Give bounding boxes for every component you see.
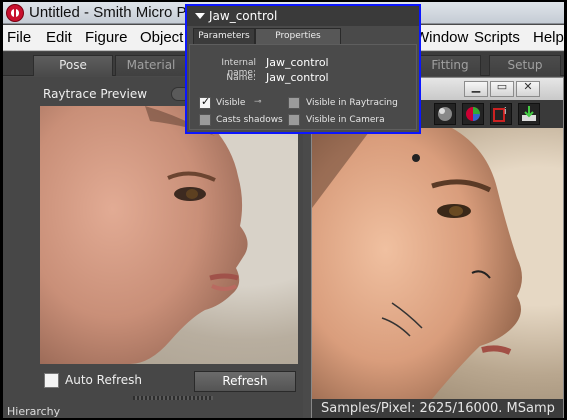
casts-shadows-label: Casts shadows xyxy=(216,115,283,125)
poser-window: Untitled - Smith Micro P File Edit Figur… xyxy=(3,2,564,418)
collapse-triangle-icon[interactable] xyxy=(195,13,205,19)
render-tool-button[interactable] xyxy=(434,103,456,125)
face-render-right xyxy=(312,128,522,399)
face-render-left xyxy=(40,106,248,364)
tab-setup[interactable]: Setup xyxy=(489,55,561,76)
svg-text:i: i xyxy=(504,107,507,117)
auto-refresh-label: Auto Refresh xyxy=(65,373,142,387)
properties-body: Internal name: Jaw_control Name: Jaw_con… xyxy=(189,44,417,130)
menu-help[interactable]: Help xyxy=(533,29,564,46)
menu-scripts[interactable]: Scripts xyxy=(474,29,520,46)
close-icon: ✕ xyxy=(523,80,533,93)
maximize-icon: ▭ xyxy=(496,80,508,93)
minimize-button[interactable]: ▁ xyxy=(464,80,488,97)
menu-window[interactable]: Window xyxy=(415,29,468,46)
panel-splitter-handle[interactable] xyxy=(133,396,213,400)
refresh-button[interactable]: Refresh xyxy=(194,371,296,392)
tab-fitting[interactable]: Fitting xyxy=(419,55,481,76)
internal-name-value: Jaw_control xyxy=(266,56,329,69)
menu-object[interactable]: Object xyxy=(140,29,183,46)
visible-checkbox[interactable] xyxy=(199,95,211,109)
close-button[interactable]: ✕ xyxy=(516,80,540,97)
visible-label: Visible xyxy=(216,98,246,108)
auto-refresh-checkbox[interactable] xyxy=(44,373,59,388)
properties-title: Jaw_control xyxy=(209,9,278,23)
visible-in-camera-checkbox[interactable] xyxy=(288,114,300,126)
app-logo-icon xyxy=(6,4,24,22)
visible-in-raytracing-checkbox[interactable] xyxy=(288,97,300,109)
window-title: Untitled - Smith Micro P xyxy=(29,4,187,21)
tab-parameters[interactable]: Parameters xyxy=(193,28,255,45)
color-wheel-icon xyxy=(466,107,480,121)
export-tool-button[interactable] xyxy=(518,103,540,125)
render-status-text: Samples/Pixel: 2625/16000. MSamp xyxy=(312,399,563,418)
download-icon xyxy=(522,106,536,121)
tab-pose[interactable]: Pose xyxy=(33,55,113,76)
info-icon: i xyxy=(493,107,507,122)
tab-material[interactable]: Material xyxy=(115,55,187,76)
color-tool-button[interactable] xyxy=(462,103,484,125)
key-icon[interactable]: ⊸ xyxy=(254,97,262,107)
render-image xyxy=(312,128,563,399)
properties-titlebar[interactable]: Jaw_control xyxy=(187,6,419,26)
raytrace-preview-label: Raytrace Preview xyxy=(43,87,148,101)
properties-palette: Jaw_control Parameters Properties Intern… xyxy=(185,4,421,134)
tab-properties[interactable]: Properties xyxy=(255,28,341,45)
visible-in-raytracing-label: Visible in Raytracing xyxy=(306,98,398,108)
name-field[interactable]: Jaw_control xyxy=(266,71,329,84)
visible-in-camera-label: Visible in Camera xyxy=(306,115,385,125)
preview-controls: Auto Refresh Refresh xyxy=(3,367,303,397)
hierarchy-label: Hierarchy xyxy=(7,405,61,418)
menu-file[interactable]: File xyxy=(7,29,31,46)
info-tool-button[interactable]: i xyxy=(490,103,512,125)
casts-shadows-checkbox[interactable] xyxy=(199,114,211,126)
menu-figure[interactable]: Figure xyxy=(85,29,128,46)
sphere-icon xyxy=(438,107,452,121)
minimize-icon: ▁ xyxy=(471,80,481,93)
menu-edit[interactable]: Edit xyxy=(46,29,72,46)
preview-render-image xyxy=(40,106,298,364)
screenshot-frame: Untitled - Smith Micro P File Edit Figur… xyxy=(0,0,567,420)
name-label: Name: xyxy=(226,73,256,83)
maximize-button[interactable]: ▭ xyxy=(490,80,514,97)
